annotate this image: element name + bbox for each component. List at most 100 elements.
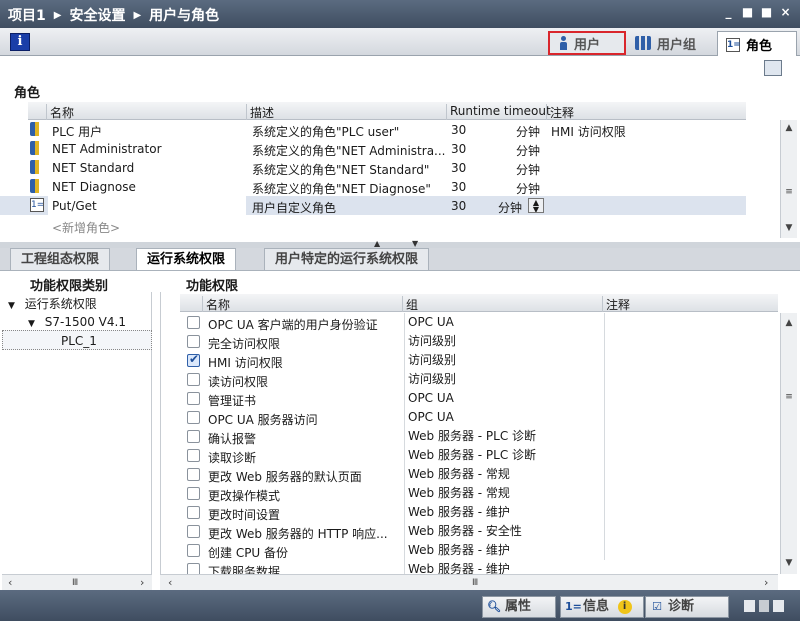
table-row[interactable]: PLC 用户 系统定义的角色"PLC user" 30 分钟 HMI 访问权限 bbox=[0, 120, 780, 139]
permission-checkbox[interactable] bbox=[187, 506, 200, 519]
permission-checkbox[interactable] bbox=[187, 392, 200, 405]
table-row[interactable]: NET Standard 系统定义的角色"NET Standard" 30 分钟 bbox=[0, 158, 780, 177]
restore-icon[interactable]: ■ bbox=[741, 6, 754, 19]
close-icon[interactable]: × bbox=[779, 6, 792, 19]
permission-checkbox[interactable] bbox=[187, 544, 200, 557]
permission-checkbox[interactable] bbox=[187, 525, 200, 538]
info-button[interactable]: 1= 信息 i bbox=[560, 596, 644, 618]
scroll-right-icon[interactable]: › bbox=[764, 576, 768, 589]
maximize-icon[interactable]: ■ bbox=[760, 6, 773, 19]
tree-item-plc1[interactable]: PLC_1 bbox=[2, 330, 152, 350]
minimize-icon[interactable]: _ bbox=[722, 6, 735, 19]
tab-engineering-rights[interactable]: 工程组态权限 bbox=[10, 248, 111, 270]
permission-checkbox[interactable] bbox=[187, 468, 200, 481]
scroll-up-icon[interactable]: ▲ bbox=[783, 317, 795, 329]
tree-item-s7-1500[interactable]: ▼ S7-1500 V4.1 bbox=[28, 315, 126, 329]
add-role-placeholder[interactable]: <新增角色> bbox=[52, 219, 120, 236]
permission-checkbox-checked[interactable] bbox=[187, 352, 200, 367]
scroll-grip-icon[interactable]: ≡ bbox=[783, 391, 795, 403]
tab-user-groups[interactable]: 用户组 bbox=[627, 31, 717, 55]
permission-comment[interactable] bbox=[604, 313, 778, 332]
expand-arrow-icon[interactable]: ▼ bbox=[8, 301, 15, 311]
permission-checkbox[interactable] bbox=[187, 487, 200, 500]
tree-horizontal-scrollbar[interactable]: ‹ Ⅲ › bbox=[2, 574, 152, 590]
panel-layout-controls[interactable] bbox=[744, 600, 785, 614]
permissions-vertical-scrollbar[interactable]: ▲ ≡ ▼ bbox=[780, 313, 797, 574]
permission-checkbox[interactable] bbox=[187, 563, 200, 574]
role-settings-icon[interactable] bbox=[764, 60, 782, 76]
tree-item-runtime-rights[interactable]: ▼ 运行系统权限 bbox=[8, 295, 97, 312]
layout-split-icon[interactable] bbox=[744, 600, 755, 612]
col-perm-name[interactable]: 名称 bbox=[202, 296, 230, 312]
permission-comment[interactable] bbox=[604, 446, 778, 465]
table-row[interactable]: NET Administrator 系统定义的角色"NET Administra… bbox=[0, 139, 780, 158]
timeout-spinner-icon[interactable]: ▲ ▼ bbox=[528, 198, 544, 213]
scroll-right-icon[interactable]: › bbox=[140, 576, 144, 589]
scroll-up-icon[interactable]: ▲ bbox=[783, 122, 795, 134]
properties-button[interactable]: 🔍︎ 属性 bbox=[482, 596, 556, 618]
permissions-horizontal-scrollbar[interactable]: ‹ Ⅲ › bbox=[160, 574, 778, 590]
permission-comment[interactable] bbox=[604, 332, 778, 351]
tab-users[interactable]: 用户 bbox=[548, 31, 626, 55]
scroll-grip-icon[interactable]: Ⅲ bbox=[72, 578, 78, 588]
tab-roles[interactable]: 1= 角色 bbox=[717, 31, 797, 57]
breadcrumb-security[interactable]: 安全设置 bbox=[69, 5, 125, 25]
permission-comment[interactable] bbox=[604, 370, 778, 389]
roles-vertical-scrollbar[interactable]: ▲ ≡ ▼ bbox=[780, 120, 797, 238]
tab-user-specific-runtime-rights[interactable]: 用户特定的运行系统权限 bbox=[264, 248, 430, 270]
permission-name: 更改 Web 服务器的 HTTP 响应... bbox=[208, 527, 388, 541]
collapse-up-icon[interactable]: ▲ bbox=[374, 239, 380, 248]
scroll-down-icon[interactable]: ▼ bbox=[783, 222, 795, 234]
permission-comment[interactable] bbox=[604, 427, 778, 446]
permission-comment[interactable] bbox=[604, 541, 778, 560]
role-name-input[interactable]: Put/Get bbox=[48, 196, 246, 215]
role-timeout-unit: 分钟 bbox=[516, 163, 541, 177]
permission-checkbox[interactable] bbox=[187, 316, 200, 329]
user-role-icon: 1= bbox=[30, 198, 44, 212]
permission-checkbox[interactable] bbox=[187, 335, 200, 348]
role-timeout[interactable]: 30 bbox=[451, 199, 466, 213]
scroll-grip-icon[interactable]: ≡ bbox=[783, 186, 795, 198]
role-description: 用户自定义角色 bbox=[252, 201, 337, 215]
permission-checkbox[interactable] bbox=[187, 411, 200, 424]
col-perm-comment[interactable]: 注释 bbox=[602, 296, 630, 312]
permission-comment[interactable] bbox=[604, 389, 778, 408]
diagnostics-icon: ☑ bbox=[652, 600, 662, 613]
scroll-left-icon[interactable]: ‹ bbox=[168, 576, 172, 589]
user-icon bbox=[558, 36, 568, 50]
col-name[interactable]: 名称 bbox=[46, 104, 74, 120]
permission-comment[interactable] bbox=[604, 351, 778, 370]
collapse-down-icon[interactable]: ▼ bbox=[412, 239, 418, 248]
scroll-grip-icon[interactable]: Ⅲ bbox=[472, 578, 478, 588]
col-perm-group[interactable]: 组 bbox=[402, 296, 418, 312]
permission-checkbox[interactable] bbox=[187, 449, 200, 462]
scroll-down-icon[interactable]: ▼ bbox=[783, 557, 795, 569]
col-description[interactable]: 描述 bbox=[246, 104, 274, 120]
scroll-left-icon[interactable]: ‹ bbox=[8, 576, 12, 589]
role-timeout-unit[interactable]: 分钟 bbox=[498, 199, 522, 216]
permission-checkbox[interactable] bbox=[187, 373, 200, 386]
add-role-row[interactable]: <新增角色> bbox=[0, 216, 780, 235]
permissions-table-header: 名称 组 注释 bbox=[180, 294, 778, 312]
info-icon[interactable]: i bbox=[10, 33, 30, 51]
table-row[interactable]: NET Diagnose 系统定义的角色"NET Diagnose" 30 分钟 bbox=[0, 177, 780, 196]
permission-name: HMI 访问权限 bbox=[208, 356, 283, 370]
permission-name: 下载服务数据 bbox=[208, 565, 281, 574]
expand-arrow-icon[interactable]: ▼ bbox=[28, 319, 35, 329]
permission-comment[interactable] bbox=[604, 484, 778, 503]
permission-comment[interactable] bbox=[604, 522, 778, 541]
layout-maximize-icon[interactable] bbox=[773, 600, 785, 612]
permission-checkbox[interactable] bbox=[187, 430, 200, 443]
tab-runtime-rights[interactable]: 运行系统权限 bbox=[136, 248, 237, 272]
role-name: NET Diagnose bbox=[52, 180, 136, 194]
title-bar: 项目1 ▶ 安全设置 ▶ 用户与角色 _ ■ ■ × bbox=[0, 0, 800, 28]
layout-minimize-icon[interactable] bbox=[758, 600, 770, 612]
permission-comment[interactable] bbox=[604, 408, 778, 427]
permission-comment[interactable] bbox=[604, 465, 778, 484]
col-runtime-timeout[interactable]: Runtime timeout bbox=[446, 104, 551, 120]
col-comment[interactable]: 注释 bbox=[546, 104, 574, 120]
breadcrumb-project[interactable]: 项目1 bbox=[8, 5, 46, 25]
diagnostics-button[interactable]: ☑ 诊断 bbox=[645, 596, 729, 618]
table-row-selected[interactable]: 1= Put/Get 用户自定义角色 30 分钟 ▲ ▼ bbox=[0, 196, 746, 215]
permission-comment[interactable] bbox=[604, 503, 778, 522]
